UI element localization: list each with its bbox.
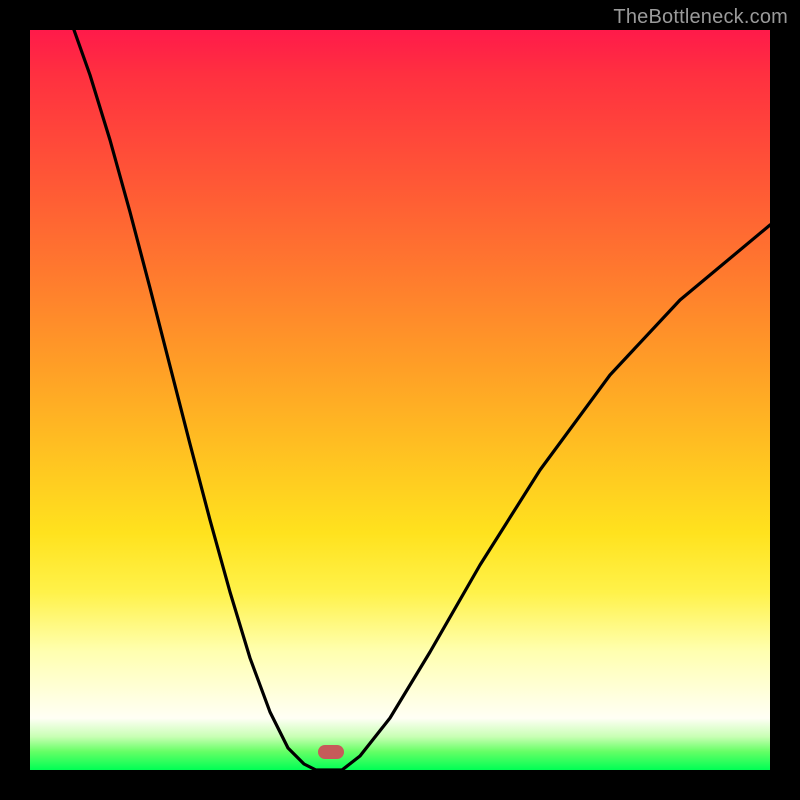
minimum-marker [318,745,344,759]
watermark-text: TheBottleneck.com [613,6,788,29]
plot-area [30,30,770,770]
outer-frame: TheBottleneck.com [0,0,800,800]
bottleneck-curve [30,30,770,770]
